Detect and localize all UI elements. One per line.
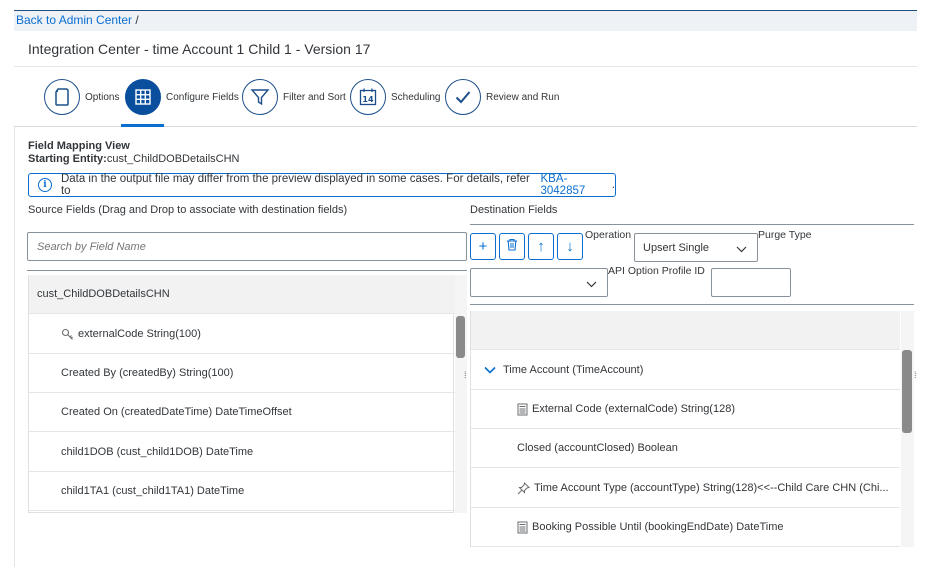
- arrow-down-icon: ↓: [566, 238, 574, 255]
- starting-entity: Starting Entity:cust_ChildDOBDetailsCHN: [28, 153, 240, 165]
- active-step-indicator: [121, 124, 164, 127]
- source-field-row[interactable]: Created On (createdDateTime) DateTimeOff…: [29, 393, 455, 432]
- destination-fields-header: Destination Fields: [470, 204, 558, 216]
- add-button[interactable]: +: [470, 233, 496, 260]
- step-label: Scheduling: [391, 91, 441, 103]
- move-up-button[interactable]: ↑: [528, 233, 554, 260]
- wizard-steps: Options Configure Fields Filter and Sort…: [14, 67, 917, 127]
- chevron-down-icon: [736, 244, 747, 256]
- checkmark-icon: [445, 79, 481, 115]
- operation-select[interactable]: Upsert Single: [634, 233, 758, 262]
- destination-scrollbar[interactable]: [901, 311, 914, 547]
- api-option-profile-input[interactable]: [711, 268, 791, 297]
- api-option-profile-label: API Option Profile ID: [608, 265, 705, 277]
- grid-icon: [125, 79, 161, 115]
- step-label: Options: [85, 91, 120, 103]
- destination-field-row[interactable]: Time Account Type (accountType) String(1…: [471, 469, 900, 508]
- destination-list-header: [471, 311, 900, 350]
- chevron-down-icon[interactable]: [484, 366, 496, 374]
- calculator-icon: [517, 403, 528, 416]
- info-message-strip: i Data in the output file may differ fro…: [28, 173, 616, 197]
- key-icon: [61, 328, 74, 341]
- field-mapping-view-title: Field Mapping View: [28, 140, 130, 152]
- step-label: Review and Run: [486, 91, 560, 103]
- source-divider: [27, 270, 467, 271]
- source-group-row[interactable]: cust_ChildDOBDetailsCHN: [29, 275, 455, 314]
- source-fields-header: Source Fields (Drag and Drop to associat…: [28, 204, 348, 216]
- document-icon: [44, 79, 80, 115]
- delete-button[interactable]: [499, 233, 525, 260]
- destination-field-row[interactable]: Booking Possible Until (bookingEndDate) …: [471, 508, 900, 547]
- destination-field-list: Time Account (TimeAccount) External Code…: [470, 311, 900, 547]
- destination-header-divider: [470, 224, 914, 225]
- purge-type-label: Purge Type: [758, 229, 812, 241]
- info-suffix: .: [611, 179, 615, 191]
- title-bar: Integration Center - time Account 1 Chil…: [14, 31, 917, 67]
- source-field-row[interactable]: child1DOB (cust_child1DOB) DateTime: [29, 433, 455, 472]
- splitter-handle[interactable]: ⁞: [914, 370, 917, 380]
- step-configure-fields[interactable]: Configure Fields: [125, 79, 239, 115]
- step-options[interactable]: Options: [44, 79, 119, 115]
- step-label: Filter and Sort: [283, 91, 346, 103]
- page-title: Integration Center - time Account 1 Chil…: [28, 41, 371, 57]
- pin-icon: [517, 481, 530, 495]
- splitter-handle[interactable]: ⁞: [464, 370, 467, 380]
- chevron-down-icon: [586, 279, 597, 291]
- source-field-row[interactable]: child1TA1 (cust_child1TA1) DateTime: [29, 472, 455, 511]
- source-field-row[interactable]: Created By (createdBy) String(100): [29, 354, 455, 393]
- page-edge: [14, 127, 15, 567]
- move-down-button[interactable]: ↓: [557, 233, 583, 260]
- operation-label: Operation: [585, 229, 632, 241]
- calculator-icon: [517, 521, 528, 534]
- destination-field-row[interactable]: Closed (accountClosed) Boolean: [471, 429, 900, 468]
- info-message: Data in the output file may differ from …: [60, 173, 530, 197]
- back-to-admin-center-link[interactable]: Back to Admin Center /: [16, 13, 139, 27]
- info-icon: i: [38, 178, 52, 192]
- source-field-list: cust_ChildDOBDetailsCHN externalCode Str…: [28, 275, 455, 513]
- destination-group-row[interactable]: Time Account (TimeAccount): [471, 351, 900, 390]
- arrow-up-icon: ↑: [537, 238, 545, 255]
- plus-icon: +: [478, 238, 488, 255]
- step-label: Configure Fields: [166, 91, 239, 103]
- source-field-row[interactable]: externalCode String(100): [29, 315, 455, 354]
- trash-icon: [506, 238, 518, 255]
- filter-icon: [242, 79, 278, 115]
- calendar-icon: 14: [350, 79, 386, 115]
- step-scheduling[interactable]: 14 Scheduling: [350, 79, 440, 115]
- step-filter-and-sort[interactable]: Filter and Sort: [242, 79, 346, 115]
- source-scrollbar[interactable]: [455, 275, 467, 513]
- calendar-day-text: 14: [362, 95, 374, 104]
- destination-field-row[interactable]: External Code (externalCode) String(128): [471, 390, 900, 429]
- kba-link[interactable]: KBA-3042857: [540, 173, 611, 197]
- starting-entity-value: cust_ChildDOBDetailsCHN: [106, 153, 240, 165]
- step-review-and-run[interactable]: Review and Run: [445, 79, 559, 115]
- source-scrollbar-thumb[interactable]: [456, 316, 465, 358]
- purge-type-select[interactable]: [470, 268, 608, 297]
- starting-entity-label: Starting Entity:: [28, 153, 107, 165]
- search-input[interactable]: [27, 232, 467, 261]
- top-bar: Back to Admin Center /: [14, 10, 917, 31]
- destination-divider: [470, 304, 914, 305]
- destination-scrollbar-thumb[interactable]: [902, 350, 912, 433]
